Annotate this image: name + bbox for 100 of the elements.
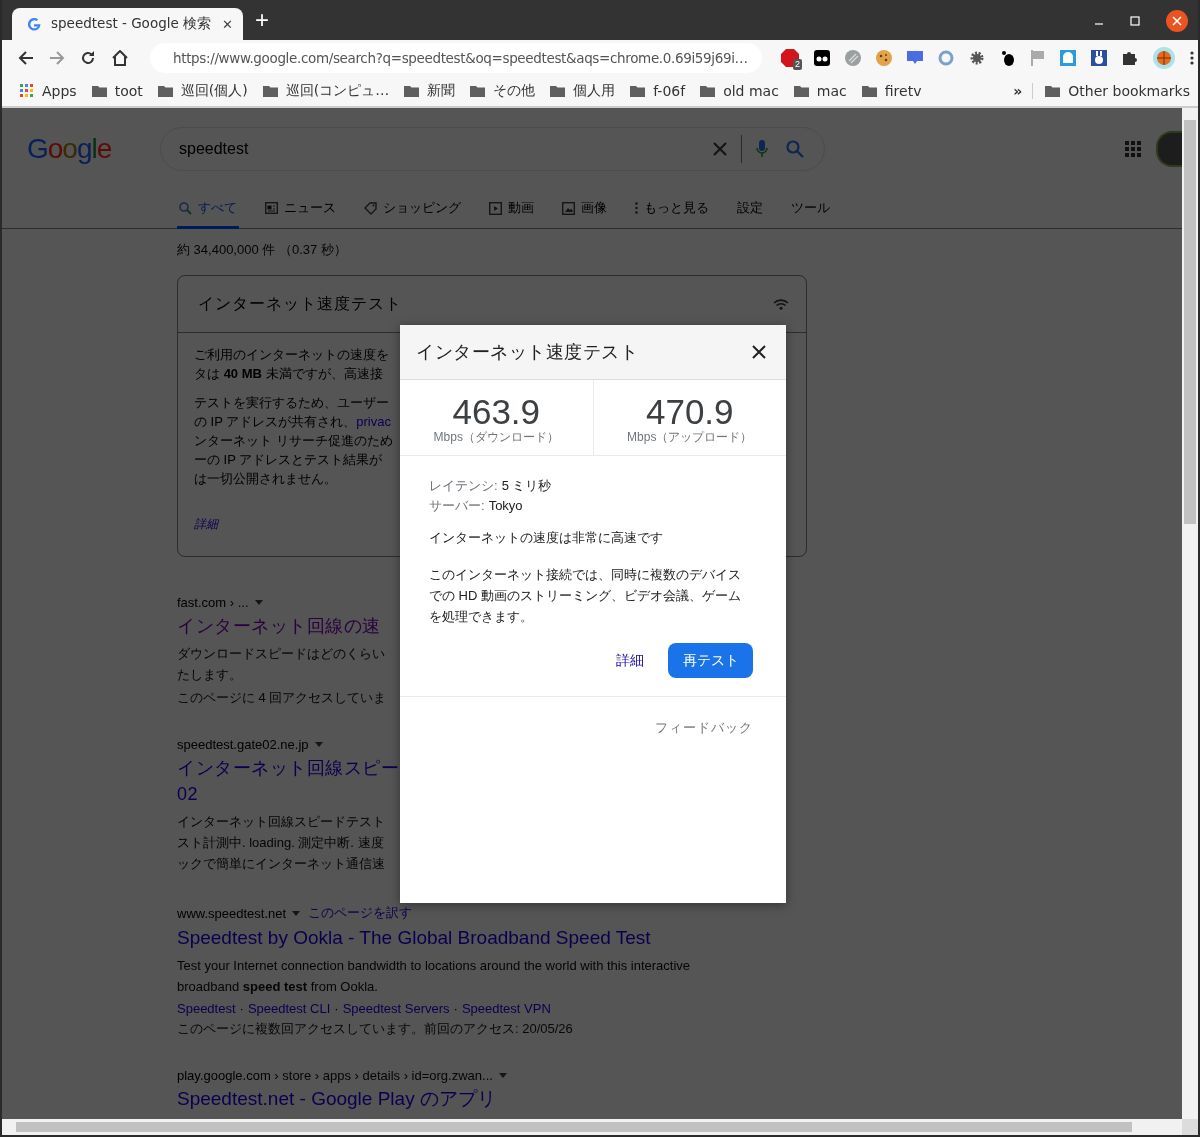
menu-icon[interactable]: [1190, 51, 1194, 65]
browser-tab[interactable]: speedtest - Google 検索 ✕: [12, 8, 243, 40]
bookmark[interactable]: f-06f: [630, 83, 686, 99]
eyes-icon[interactable]: [814, 50, 830, 66]
wifi-icon: [773, 298, 789, 310]
stop-sign-icon[interactable]: [781, 49, 799, 67]
speed-value: 470.9: [645, 395, 734, 429]
elephant-icon[interactable]: [1060, 50, 1076, 66]
bookmark[interactable]: mac: [793, 83, 847, 99]
google-g-icon: [26, 16, 42, 32]
cookie-icon[interactable]: [876, 50, 892, 66]
home-icon[interactable]: [111, 50, 129, 66]
bookmark[interactable]: 新聞: [404, 82, 456, 100]
bookmark[interactable]: 個人用: [550, 82, 616, 100]
translate-link[interactable]: このページを訳す: [308, 904, 413, 922]
card-title: インターネット速度テスト: [198, 293, 402, 314]
retest-button[interactable]: 再テスト: [668, 643, 753, 678]
dropdown-caret-icon[interactable]: [498, 1073, 507, 1078]
footprint-icon[interactable]: [1000, 50, 1016, 66]
search-field[interactable]: speedtest: [160, 127, 825, 171]
search-tab[interactable]: ニュース: [263, 190, 338, 229]
dropdown-caret-icon[interactable]: [254, 600, 263, 605]
tab-title: speedtest - Google 検索: [51, 15, 213, 33]
gear-icon[interactable]: [969, 50, 985, 66]
bookmarks-overflow-button[interactable]: »: [1013, 83, 1034, 99]
scrollbar-corner: [1182, 1119, 1198, 1135]
rabbit-icon[interactable]: [1091, 50, 1107, 66]
speed-unit: Mbps（ダウンロード）: [433, 429, 559, 446]
privacy-link[interactable]: privac: [356, 414, 391, 429]
address-bar[interactable]: https://www.google.com/search?q=speedtest&oq=speedtest&aqs=chrome.0.69i59j69i…: [150, 43, 762, 73]
details-link[interactable]: 詳細: [616, 651, 644, 670]
search-tab[interactable]: 設定: [735, 190, 765, 229]
close-tab-button[interactable]: ✕: [222, 16, 233, 32]
detail-value: 5 ミリ秒: [501, 478, 552, 493]
folder-icon: [700, 85, 716, 97]
google-logo[interactable]: Google: [27, 133, 160, 165]
sitelink[interactable]: Speedtest CLI: [247, 1001, 331, 1016]
feedback-link[interactable]: フィードバック: [655, 719, 753, 737]
search-tab[interactable]: もっと見る: [633, 190, 711, 229]
detail-value: Tokyo: [488, 498, 523, 513]
folder-icon: [550, 85, 566, 97]
folder-icon: [262, 85, 278, 97]
maximize-icon[interactable]: [1130, 16, 1140, 26]
dropdown-caret-icon[interactable]: [314, 742, 323, 747]
folder-icon: [91, 85, 107, 97]
sitelink[interactable]: Speedtest VPN: [461, 1001, 551, 1016]
sitelink[interactable]: Speedtest: [177, 1001, 236, 1016]
bookmark[interactable]: toot: [91, 83, 143, 99]
result-title[interactable]: インターネット回線スピー 02: [177, 755, 399, 807]
bookmark[interactable]: old mac: [700, 83, 779, 99]
dropdown-caret-icon[interactable]: [292, 910, 301, 916]
separator-dot: ·: [453, 1001, 458, 1016]
tag-icon: [364, 201, 377, 215]
separator-dot: ·: [239, 1001, 244, 1016]
bookmark[interactable]: 巡回(コンピュ…: [262, 82, 390, 100]
apps-grid-icon[interactable]: [1125, 141, 1141, 157]
result-title[interactable]: Speedtest by Ookla - The Global Broadband Speed Test: [177, 925, 651, 951]
puzzle-icon[interactable]: [1122, 50, 1138, 66]
speed-unit: Mbps（アップロード）: [627, 429, 753, 446]
result-url: play.google.com › store › apps › details › id=org.zwan...: [177, 1068, 493, 1083]
forward-icon[interactable]: [49, 50, 65, 66]
flag-icon[interactable]: [1031, 50, 1045, 66]
basketball-avatar-icon[interactable]: [1153, 47, 1175, 69]
folder-icon: [630, 85, 646, 97]
vertical-scrollbar[interactable]: [1182, 108, 1198, 1119]
result-title[interactable]: インターネット回線の速: [177, 613, 381, 639]
bookmark[interactable]: Other bookmarks: [1045, 83, 1190, 99]
result-snippet: インターネット回線スピードテスト スト計測中. loading. 測定中断. 速度 ックで簡単にインターネット通信速: [177, 813, 385, 873]
separator-dot: ·: [334, 1001, 339, 1016]
bookmark[interactable]: Apps: [20, 83, 77, 99]
bookmark[interactable]: firetv: [861, 83, 922, 99]
search-tab[interactable]: 画像: [560, 190, 609, 229]
bookmark[interactable]: その他: [470, 82, 536, 100]
bookmark[interactable]: 巡回(個人): [157, 82, 248, 100]
close-icon[interactable]: [752, 345, 766, 359]
sitelink[interactable]: Speedtest Servers: [342, 1001, 450, 1016]
back-icon[interactable]: [18, 50, 34, 66]
search-tab[interactable]: ツール: [789, 190, 832, 229]
result-title[interactable]: Speedtest.net - Google Play のアプリ: [177, 1086, 496, 1112]
horizontal-scrollbar[interactable]: [2, 1119, 1182, 1135]
ring-icon[interactable]: [938, 50, 954, 66]
reload-icon[interactable]: [80, 50, 96, 66]
speech-bubble-icon[interactable]: [907, 50, 923, 66]
details-link[interactable]: 詳細: [194, 516, 218, 533]
result-url: www.speedtest.net: [177, 905, 287, 921]
close-icon[interactable]: [1166, 10, 1188, 32]
folder-icon: [1045, 85, 1061, 97]
search-tab[interactable]: 動画: [487, 190, 536, 229]
result-snippet: Test your Internet connection bandwidth to locations around the world with this interactive broadband speed test from Ookla.: [177, 957, 691, 996]
folder-icon: [861, 85, 877, 97]
clear-icon[interactable]: [713, 142, 727, 156]
search-tab[interactable]: ショッピング: [362, 190, 463, 229]
search-tab[interactable]: すべて: [177, 190, 239, 229]
dialog-title: インターネット速度テスト: [416, 341, 638, 364]
avatar[interactable]: [1156, 131, 1182, 167]
newspaper-icon: [265, 202, 278, 214]
new-tab-button[interactable]: +: [255, 8, 269, 32]
result-url: fast.com › ...: [177, 595, 249, 610]
striped-circle-icon[interactable]: [845, 50, 861, 66]
more-icon: [635, 202, 638, 214]
